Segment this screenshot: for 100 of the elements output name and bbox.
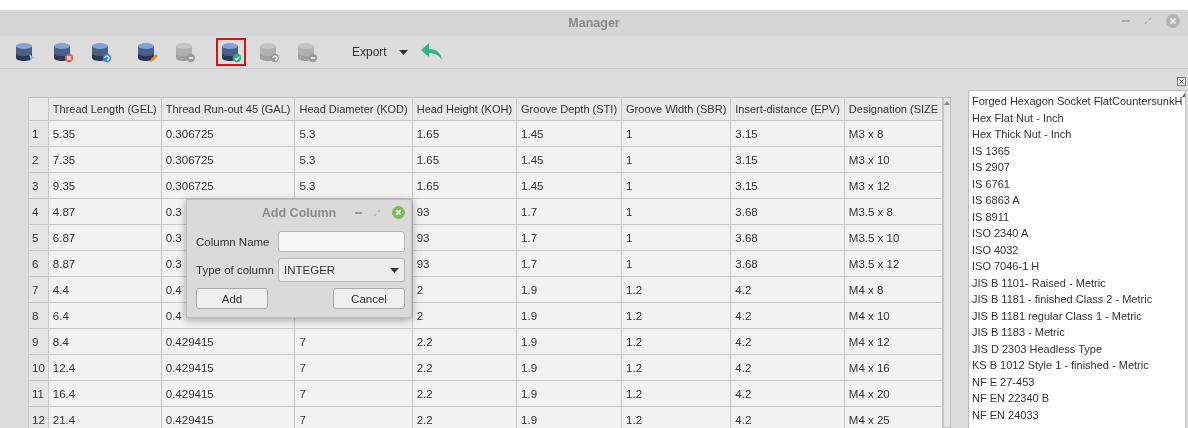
column-header[interactable]: Head Diameter (KOD): [295, 97, 413, 121]
row-header[interactable]: 4: [28, 198, 49, 225]
table-cell: 3.15: [730, 146, 845, 173]
column-header[interactable]: Thread Length (GEL): [48, 97, 162, 121]
list-item[interactable]: ISO 7046-1 H: [972, 258, 1183, 275]
row-header[interactable]: 8: [28, 302, 49, 329]
row-header[interactable]: 10: [28, 354, 49, 381]
table-cell: 1.2: [621, 380, 731, 407]
table-cell: M4 x 16: [844, 354, 943, 381]
table-cell: M3.5 x 8: [844, 198, 943, 225]
table-cell: 1.2: [621, 302, 731, 329]
table-cell: 3.68: [730, 250, 845, 277]
database-minus-icon: [296, 41, 318, 63]
cancel-button[interactable]: Cancel: [333, 288, 405, 309]
row-header[interactable]: 2: [28, 146, 49, 173]
table-cell: 7: [295, 354, 413, 381]
table-cell: 7: [295, 380, 413, 407]
undo-arrow-icon[interactable]: [419, 42, 444, 62]
close-icon[interactable]: [392, 206, 405, 219]
row-header[interactable]: 1: [28, 120, 49, 147]
table-cell: 6.4: [48, 302, 162, 329]
column-header[interactable]: Groove Depth (STI): [516, 97, 622, 121]
database-check-icon: [220, 41, 242, 63]
table-cell: 3.68: [730, 198, 845, 225]
table-cell: 4.2: [730, 380, 845, 407]
column-header[interactable]: Groove Width (SBR): [621, 97, 731, 121]
list-item[interactable]: Hex Flat Nut - Inch: [972, 109, 1183, 126]
restore-icon[interactable]: [374, 209, 380, 216]
list-item[interactable]: Hex Thick Nut - Inch: [972, 126, 1183, 143]
table-cell: 0.306725: [161, 172, 295, 199]
row-header[interactable]: 7: [28, 276, 49, 303]
table-cell: 1: [621, 250, 731, 277]
panel-close-icon[interactable]: [1177, 77, 1186, 86]
table-cell: 0.429415: [161, 328, 295, 355]
list-item[interactable]: NF E 27-453: [972, 373, 1183, 390]
table-cell: 1.2: [621, 328, 731, 355]
field-label: Column Name: [196, 235, 271, 248]
add-button[interactable]: Add: [196, 288, 268, 309]
table-cell: 0.306725: [161, 120, 295, 147]
column-header[interactable]: Head Height (KOH): [412, 97, 517, 121]
database-pencil-icon: [136, 41, 158, 63]
list-item[interactable]: JIS B 1181 - finished Class 2 - Metric: [972, 291, 1183, 308]
database-x-icon: [52, 41, 74, 63]
list-item[interactable]: IS 6863 A: [972, 192, 1183, 209]
table-cell: 4.2: [730, 354, 845, 381]
list-item[interactable]: NF EN 24033: [972, 406, 1183, 423]
list-item[interactable]: JIS D 2303 Headless Type: [972, 340, 1183, 357]
table-cell: 1.2: [621, 276, 731, 303]
caret-icon: [398, 49, 408, 55]
table-cell: 4.4: [48, 276, 162, 303]
list-item[interactable]: JIS B 1101- Raised - Metric: [972, 274, 1183, 291]
table-cell: 7: [295, 328, 413, 355]
list-item[interactable]: IS 6761: [972, 175, 1183, 192]
table-cell: 8.87: [48, 250, 162, 277]
list-item[interactable]: IS 8911: [972, 208, 1183, 225]
column-name-field[interactable]: [278, 231, 405, 252]
list-item[interactable]: IS 1365: [972, 142, 1183, 159]
row-header[interactable]: 11: [28, 380, 49, 407]
column-header[interactable]: Insert-distance (EPV): [730, 97, 845, 121]
table-cell: 3.15: [730, 120, 845, 147]
table-cell: 4.2: [730, 328, 845, 355]
export-dropdown[interactable]: Export: [348, 43, 412, 61]
table-cell: 1: [621, 224, 731, 251]
table-cell: 1: [621, 172, 731, 199]
row-header[interactable]: 6: [28, 250, 49, 277]
table-cell: M3.5 x 12: [844, 250, 943, 277]
table-cell: 1: [621, 120, 731, 147]
restore-icon[interactable]: [1144, 17, 1152, 25]
list-item[interactable]: ISO 2340 A: [972, 225, 1183, 242]
row-header[interactable]: 5: [28, 224, 49, 251]
field-label: Type of column: [196, 264, 272, 276]
table-cell: 1.65: [412, 172, 517, 199]
row-header[interactable]: 12: [28, 406, 49, 428]
toolbar-button[interactable]: [216, 38, 246, 66]
list-item[interactable]: Forged Hexagon Socket FlatCountersunkH: [972, 93, 1183, 110]
list-item[interactable]: JIS B 1181 regular Class 1 - Metric: [972, 307, 1183, 324]
table-cell: 5.35: [48, 120, 162, 147]
table-cell: 1.9: [516, 276, 622, 303]
list-item[interactable]: NF EN 22340 B: [972, 390, 1183, 407]
list-item[interactable]: KS B 1012 Style 1 - finished - Metric: [972, 357, 1183, 374]
row-header[interactable]: 3: [28, 172, 49, 199]
table-cell: 1.9: [516, 328, 622, 355]
close-icon[interactable]: [1166, 14, 1180, 28]
column-type-dropdown[interactable]: INTEGER: [278, 258, 405, 282]
list-item[interactable]: JIS B 1183 - Metric: [972, 324, 1183, 341]
table-cell: 3.68: [730, 224, 845, 251]
row-header[interactable]: 9: [28, 328, 49, 355]
table-cell: 2.2: [412, 354, 517, 381]
table-cell: 5.3: [295, 120, 413, 147]
table-cell: 4.2: [730, 302, 845, 329]
column-header[interactable]: Thread Run-out 45 (GAL): [161, 97, 295, 121]
table-cell: 1.45: [516, 120, 622, 147]
list-item[interactable]: IS 2907: [972, 159, 1183, 176]
list-item[interactable]: ISO 4032: [972, 241, 1183, 258]
minimize-icon[interactable]: [355, 211, 362, 214]
table-cell: M4 x 12: [844, 328, 943, 355]
scrollbar[interactable]: [943, 97, 952, 428]
table-cell: 6.87: [48, 224, 162, 251]
table-cell: M3 x 12: [844, 172, 943, 199]
column-header[interactable]: Designation (SIZE: [844, 97, 943, 121]
